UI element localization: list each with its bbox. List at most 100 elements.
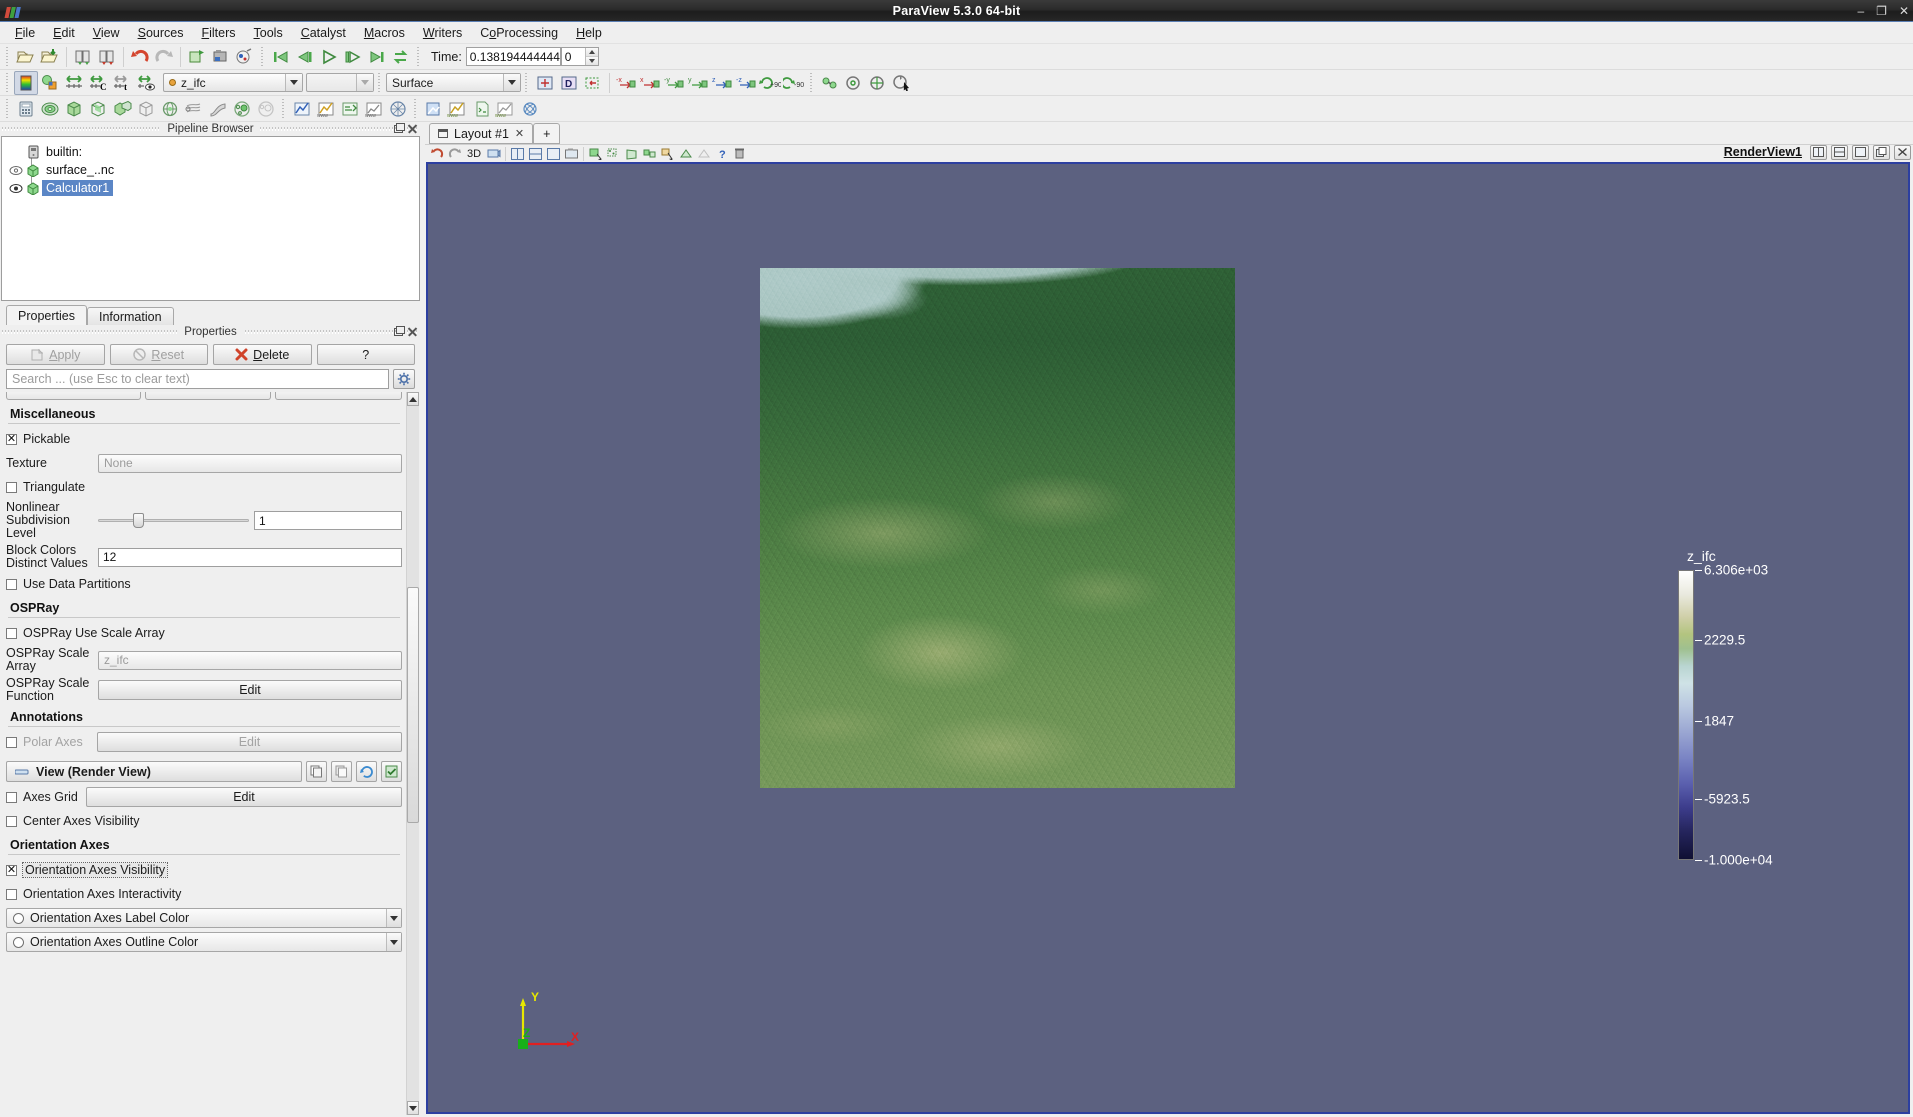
plot-over-line-icon[interactable] [290, 97, 314, 121]
search-input[interactable]: Search ... (use Esc to clear text) [6, 369, 389, 389]
split-horizontal-icon[interactable] [509, 146, 526, 162]
extract-subset-icon[interactable] [134, 97, 158, 121]
texture-combo[interactable]: None [98, 454, 402, 473]
pos-z-icon[interactable]: z [710, 71, 734, 95]
property-center-axes-visibility[interactable]: Center Axes Visibility [6, 811, 402, 831]
frame-up[interactable] [586, 48, 598, 57]
split-vertical-icon[interactable] [1831, 145, 1848, 160]
terrain-surface[interactable] [760, 268, 1235, 788]
property-texture[interactable]: Texture None [6, 453, 402, 473]
scroll-gutter[interactable] [407, 406, 419, 1101]
split-horizontal-icon[interactable] [1810, 145, 1827, 160]
neg-z-icon[interactable]: -z [734, 71, 758, 95]
threshold-icon[interactable] [110, 97, 134, 121]
render-view[interactable]: Y X Z z_ifc 6.306e+03 2229.5 1847 [426, 162, 1910, 1114]
property-ospray-use-scale-array[interactable]: OSPRay Use Scale Array [6, 623, 402, 643]
property-ospray-scale-array[interactable]: OSPRay Scale Array z_ifc [6, 647, 402, 673]
pipeline-item-builtin[interactable]: builtin: [2, 143, 419, 161]
time-input[interactable]: 0.13819444444444 [466, 47, 561, 66]
maximize-icon[interactable] [545, 146, 562, 162]
undo-camera-icon[interactable] [428, 146, 445, 162]
undock-icon[interactable] [393, 326, 404, 337]
toolbar-grip[interactable] [281, 99, 287, 119]
property-axes-grid[interactable]: Axes Grid Edit [6, 787, 402, 807]
ospray-scale-function-edit-button[interactable]: Edit [98, 680, 402, 700]
slice-icon[interactable] [86, 97, 110, 121]
extract-level-icon[interactable] [254, 97, 278, 121]
menu-file[interactable]: File [6, 24, 44, 42]
pipeline-browser[interactable]: builtin: surface_..nc Calculator1 [1, 136, 420, 301]
python-calculator-icon[interactable]: www [362, 97, 386, 121]
screenshot-icon[interactable] [209, 45, 233, 69]
clear-selection-icon[interactable] [695, 146, 712, 162]
chart-view-icon[interactable]: www [446, 97, 470, 121]
nonlinear-subdivision-input[interactable]: 1 [254, 511, 402, 530]
python-shell-icon[interactable] [233, 45, 257, 69]
tab-layout-1[interactable]: Layout #1 ✕ [429, 123, 533, 144]
color-map-editor-icon[interactable] [14, 71, 38, 95]
center-axes-icon[interactable] [866, 71, 890, 95]
color-array-selector[interactable]: z_ifc [163, 73, 303, 92]
use-data-partitions-checkbox[interactable] [6, 579, 17, 590]
restore-defaults-icon[interactable] [356, 761, 377, 782]
camera-icon[interactable] [485, 146, 502, 162]
close-tab-icon[interactable]: ✕ [515, 127, 524, 140]
properties-scroll-area[interactable]: Miscellaneous ✕ Pickable Texture None Tr… [2, 392, 419, 1115]
pick-center-icon[interactable]: D [557, 71, 581, 95]
chevron-down-icon[interactable] [285, 74, 302, 91]
toolbar-grip[interactable] [5, 47, 11, 67]
rotate-90-cw-icon[interactable]: -90 [782, 71, 806, 95]
property-orientation-axes-visibility[interactable]: ✕ Orientation Axes Visibility [6, 860, 402, 880]
menu-view[interactable]: View [84, 24, 129, 42]
property-polar-axes[interactable]: Polar Axes Edit [6, 732, 402, 752]
open-data-icon-2[interactable] [422, 97, 446, 121]
next-frame-icon[interactable] [341, 45, 365, 69]
rotate-icon[interactable] [890, 71, 914, 95]
tab-properties[interactable]: Properties [6, 305, 87, 325]
frame-down[interactable] [586, 57, 598, 65]
split-vertical-icon[interactable] [527, 146, 544, 162]
connect-server-icon[interactable] [185, 45, 209, 69]
undo-icon[interactable] [128, 45, 152, 69]
slider-knob[interactable] [133, 513, 144, 528]
property-orientation-axes-outline-color[interactable]: Orientation Axes Outline Color [6, 932, 402, 952]
gear-icon[interactable] [393, 369, 415, 389]
center-axes-visibility-checkbox[interactable] [6, 816, 17, 827]
previous-frame-icon[interactable] [293, 45, 317, 69]
selection-points-icon[interactable] [605, 146, 622, 162]
warp-icon[interactable] [206, 97, 230, 121]
toolbar-grip[interactable] [5, 73, 11, 93]
selection-frustum-icon[interactable] [623, 146, 640, 162]
help-icon[interactable]: ? [713, 146, 730, 162]
reset-button[interactable]: Reset [110, 344, 209, 365]
toolbar-grip[interactable] [377, 73, 383, 93]
menu-sources[interactable]: Sources [129, 24, 193, 42]
maximize-button[interactable]: ❐ [1876, 5, 1887, 17]
open-recent-icon[interactable] [38, 45, 62, 69]
menu-macros[interactable]: Macros [355, 24, 414, 42]
camera-link-icon[interactable] [818, 71, 842, 95]
tab-information[interactable]: Information [87, 307, 174, 325]
redo-icon[interactable] [152, 45, 176, 69]
toolbar-grip[interactable] [413, 99, 419, 119]
apply-button[interactable]: Apply [6, 344, 105, 365]
web-view-icon[interactable]: www [494, 97, 518, 121]
pipeline-item-surface[interactable]: surface_..nc [2, 161, 419, 179]
property-orientation-axes-interactivity[interactable]: Orientation Axes Interactivity [6, 884, 402, 904]
window-controls[interactable]: – ❐ ✕ [1857, 0, 1909, 22]
axes-grid-checkbox[interactable] [6, 792, 17, 803]
color-legend[interactable]: z_ifc 6.306e+03 2229.5 1847 -5923.5 -1.0… [1678, 548, 1818, 570]
contour-icon[interactable] [38, 97, 62, 121]
rescale-to-visible-range-icon[interactable] [134, 71, 158, 95]
save-as-defaults-icon[interactable] [381, 761, 402, 782]
menu-catalyst[interactable]: Catalyst [292, 24, 355, 42]
scroll-thumb[interactable] [407, 587, 419, 823]
scroll-up-button[interactable] [407, 392, 419, 406]
menu-tools[interactable]: Tools [245, 24, 292, 42]
glyph-icon[interactable] [158, 97, 182, 121]
clip-icon[interactable] [62, 97, 86, 121]
rescale-to-data-range-icon[interactable] [62, 71, 86, 95]
gradient-icon[interactable] [386, 97, 410, 121]
menu-help[interactable]: Help [567, 24, 611, 42]
component-selector[interactable] [306, 73, 374, 92]
